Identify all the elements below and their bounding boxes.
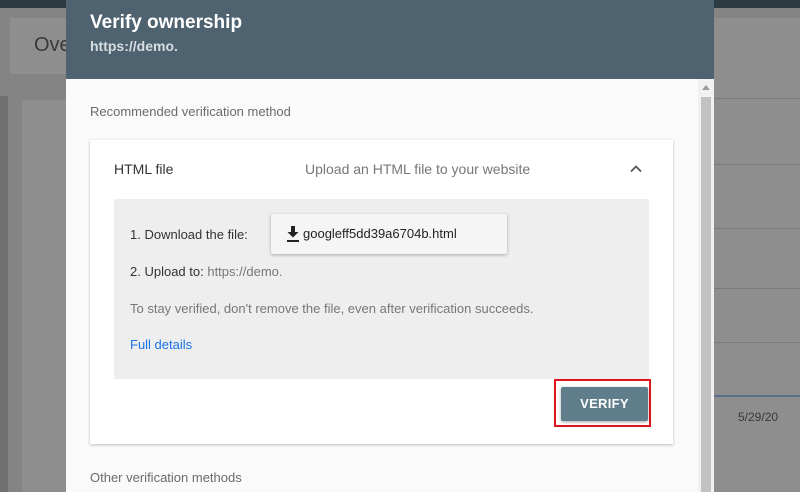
download-icon (287, 226, 299, 242)
app-left-bar (0, 96, 8, 492)
app-chart-line (714, 395, 800, 397)
app-row-divider (714, 288, 800, 289)
step2-url: https://demo. (207, 264, 283, 279)
verify-ownership-dialog: Verify ownership https://demo. Recommend… (66, 0, 714, 492)
method-name[interactable]: HTML file (114, 161, 173, 177)
dialog-title: Verify ownership (90, 12, 243, 33)
app-row-divider (714, 342, 800, 343)
scrollbar-thumb[interactable] (701, 97, 711, 492)
other-methods-label[interactable]: Other verification methods (90, 470, 242, 485)
app-row-divider (714, 98, 800, 99)
app-row-divider (714, 228, 800, 229)
recommended-method-label: Recommended verification method (90, 104, 291, 119)
step2-label: 2. Upload to: (130, 264, 204, 279)
dialog-scrollbar[interactable] (698, 79, 714, 492)
scroll-up-arrow-icon[interactable] (702, 85, 710, 90)
dialog-property-url: https://demo. (90, 38, 178, 54)
download-file-button[interactable]: googleff5dd39a6704b.html (271, 214, 507, 254)
verification-note: To stay verified, don't remove the file,… (130, 301, 534, 316)
verify-button[interactable]: VERIFY (561, 387, 648, 421)
method-details-panel: 1. Download the file: googleff5dd39a6704… (114, 199, 649, 379)
app-row-divider (714, 164, 800, 165)
html-file-method-card: HTML file Upload an HTML file to your we… (90, 140, 673, 444)
chevron-up-icon[interactable] (628, 161, 644, 177)
dialog-header: Verify ownership https://demo. (66, 0, 714, 79)
step2-text: 2. Upload to: https://demo. (130, 264, 283, 279)
method-description[interactable]: Upload an HTML file to your website (305, 161, 530, 177)
app-date-label: 5/29/20 (738, 410, 779, 424)
verification-file-name: googleff5dd39a6704b.html (303, 226, 457, 241)
app-content-card (22, 100, 66, 492)
full-details-link[interactable]: Full details (130, 337, 192, 352)
step1-label: 1. Download the file: (130, 227, 248, 242)
